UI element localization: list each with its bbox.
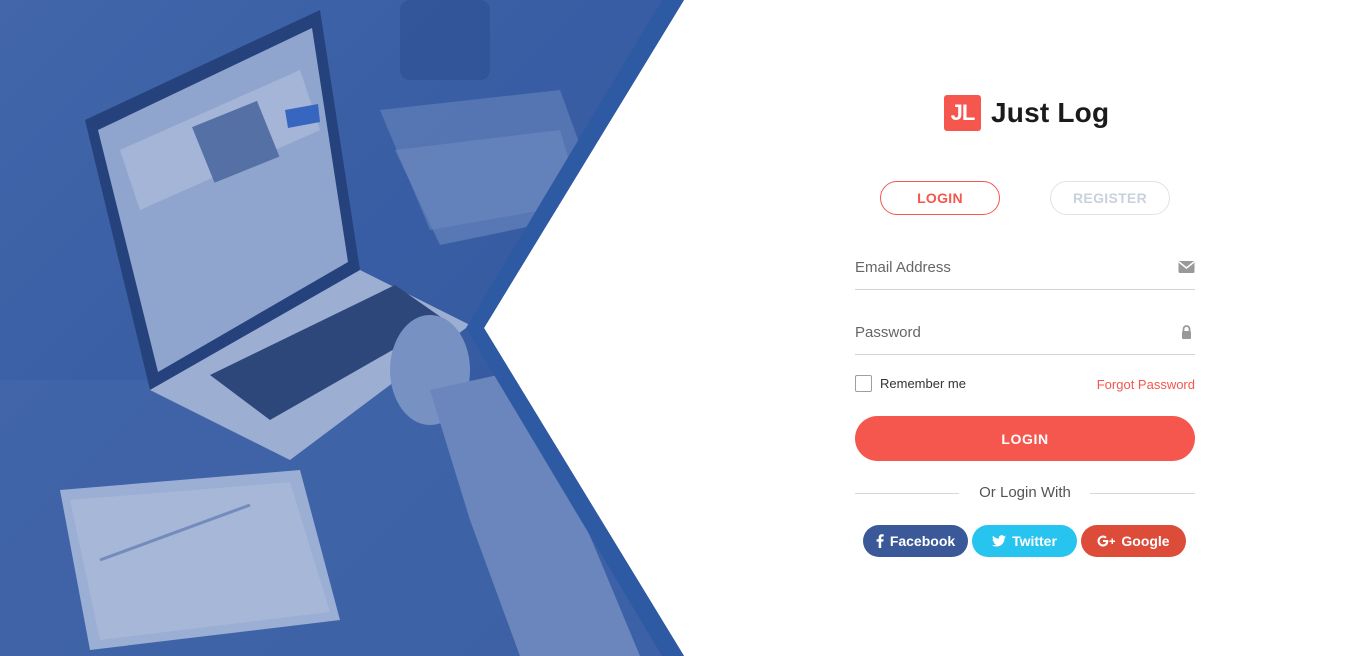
login-panel: JL Just Log LOGIN REGISTER Remember me F…: [855, 0, 1195, 656]
brand-name: Just Log: [991, 97, 1110, 128]
brand: JL Just Log: [944, 95, 1109, 131]
password-field[interactable]: [855, 315, 1155, 349]
lock-icon: [1178, 324, 1195, 340]
remember-me[interactable]: Remember me: [855, 375, 966, 392]
twitter-label: Twitter: [1012, 533, 1057, 549]
email-field[interactable]: [855, 250, 1155, 284]
social-login-buttons: Facebook Twitter Google: [863, 525, 1187, 557]
brand-logo: JL: [944, 95, 981, 131]
twitter-login-button[interactable]: Twitter: [972, 525, 1077, 557]
tab-login[interactable]: LOGIN: [880, 181, 1000, 215]
twitter-icon: [992, 535, 1007, 547]
forgot-password-link[interactable]: Forgot Password: [1097, 377, 1195, 392]
tab-register[interactable]: REGISTER: [1050, 181, 1170, 215]
google-login-button[interactable]: Google: [1081, 525, 1186, 557]
facebook-icon: [876, 534, 884, 548]
remember-me-label: Remember me: [880, 376, 966, 391]
password-field-group: [855, 315, 1195, 355]
divider-line-right: [1090, 493, 1195, 494]
social-divider: Or Login With: [855, 484, 1195, 502]
email-field-group: [855, 250, 1195, 290]
envelope-icon: [1178, 259, 1195, 275]
google-label: Google: [1121, 533, 1170, 549]
facebook-label: Facebook: [889, 533, 956, 549]
auth-tabs: LOGIN REGISTER: [880, 181, 1170, 215]
google-plus-icon: [1097, 535, 1116, 547]
hero-image: [0, 0, 684, 656]
hero-overlay: [0, 0, 684, 656]
login-button[interactable]: LOGIN: [855, 416, 1195, 461]
facebook-login-button[interactable]: Facebook: [863, 525, 968, 557]
remember-me-checkbox[interactable]: [855, 375, 872, 392]
